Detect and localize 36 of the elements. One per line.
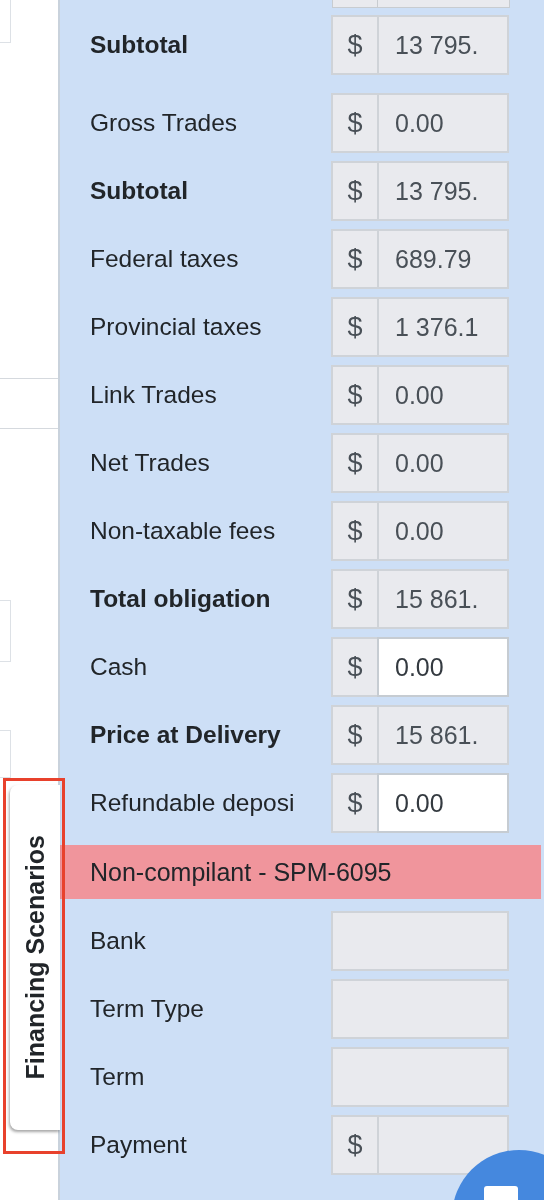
field-label: Cash	[90, 653, 149, 681]
currency-addon: $	[331, 161, 377, 221]
side-tab[interactable]: Financing Scenarios	[10, 785, 60, 1130]
currency-addon: $	[331, 569, 377, 629]
currency-addon: $	[331, 93, 377, 153]
field-label: Federal taxes	[90, 245, 240, 273]
field-label: Provincial taxes	[90, 313, 263, 341]
field-label: Refundable deposi	[90, 789, 296, 817]
field-label: Gross Trades	[90, 109, 239, 137]
currency-addon: $	[331, 705, 377, 765]
field-label: Payment	[90, 1131, 188, 1159]
currency-addon: $	[331, 501, 377, 561]
currency-addon: $	[331, 365, 377, 425]
currency-addon: $	[331, 433, 377, 493]
field-label: Subtotal	[90, 177, 189, 205]
field-label: Link Trades	[90, 381, 218, 409]
field-label: Subtotal	[90, 31, 189, 59]
field-label: Price at Delivery	[90, 721, 282, 749]
warning-banner: Non-compilant - SPM-6095	[60, 845, 541, 899]
currency-addon: $	[331, 773, 377, 833]
field-label: Non-taxable fees	[90, 517, 277, 545]
field-label: Bank	[90, 927, 147, 955]
field-label: Total obligation	[90, 585, 272, 613]
currency-addon: $	[331, 637, 377, 697]
input-field[interactable]: 0.00	[377, 773, 509, 833]
currency-addon: $	[331, 229, 377, 289]
input-field[interactable]	[0, 730, 11, 778]
input-field[interactable]	[0, 600, 11, 662]
field-label: Net Trades	[90, 449, 211, 477]
input-field[interactable]: 0.00	[377, 637, 509, 697]
currency-addon: $	[331, 297, 377, 357]
input-field[interactable]	[0, 0, 11, 43]
field-label: Term Type	[90, 995, 205, 1023]
currency-addon: $	[331, 15, 377, 75]
field-label: Term	[90, 1063, 146, 1091]
currency-addon: $	[331, 1115, 377, 1175]
